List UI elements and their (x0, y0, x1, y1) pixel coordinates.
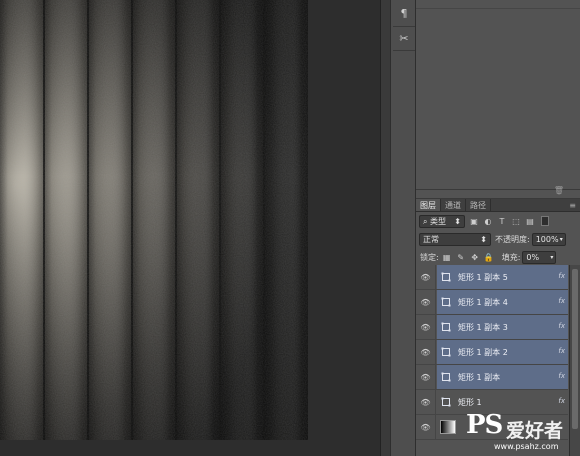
scrollbar-thumb[interactable] (572, 269, 578, 429)
watermark-url: www.psahz.com (494, 442, 559, 451)
divider (393, 26, 415, 27)
eye-icon[interactable]: 👁 (416, 414, 436, 440)
lock-position-icon[interactable]: ✥ (470, 252, 480, 262)
eye-icon[interactable]: 👁 (416, 339, 436, 365)
layer-name: 矩形 1 副本 2 (458, 347, 508, 357)
striped-wall-image (0, 0, 308, 440)
layer-name: 矩形 1 副本 5 (458, 272, 508, 282)
lock-row: 锁定: ▦ ✎ ✥ 🔒 填充: 0% ▾ (416, 249, 580, 265)
tools-icon[interactable]: ✂ (394, 28, 414, 48)
shape-layer-thumbnail-icon (440, 396, 452, 408)
opacity-field[interactable]: 100% ▾ (531, 232, 566, 246)
layer-row[interactable]: 👁 矩形 1 副本 5 fx (416, 265, 568, 290)
shape-layer-thumbnail-icon (440, 296, 452, 308)
fx-icon[interactable]: fx (558, 322, 565, 330)
panel-menu-icon[interactable]: ≡ (569, 199, 580, 211)
paragraph-icon-glyph: ¶ (400, 6, 408, 20)
layer-name: 矩形 1 副本 4 (458, 297, 508, 307)
filter-kind-select[interactable]: ⌕ 类型 ⬍ (419, 214, 465, 228)
panel-column: 🗑 图层 通道 路径 ≡ ⌕ 类型 ⬍ ▣ ◐ T ⬚ ▤ 正常 ⬍ 不透明度:… (416, 0, 580, 456)
filter-toggle[interactable] (541, 216, 549, 226)
blend-row: 正常 ⬍ 不透明度: 100% ▾ (416, 231, 580, 247)
layer-body[interactable]: 矩形 1 副本 5 fx (437, 265, 568, 289)
fx-icon[interactable]: fx (558, 372, 565, 380)
tab-channels[interactable]: 通道 (441, 199, 466, 211)
layer-body[interactable]: 矩形 1 副本 4 fx (437, 290, 568, 314)
blend-mode-select[interactable]: 正常 ⬍ (419, 232, 491, 246)
watermark-logo: PS (466, 410, 503, 440)
opacity-label: 不透明度: (495, 234, 530, 244)
tools-icon-glyph: ✂ (399, 31, 409, 45)
blend-mode-value: 正常 (423, 234, 439, 244)
eye-icon[interactable]: 👁 (416, 314, 436, 340)
tab-paths[interactable]: 路径 (466, 199, 491, 211)
fx-icon[interactable]: fx (558, 397, 565, 405)
fx-icon[interactable]: fx (558, 272, 565, 280)
paragraph-icon[interactable]: ¶ (394, 3, 414, 23)
chevron-down-icon: ▾ (559, 235, 563, 243)
watermark-title: 爱好者 (506, 420, 564, 442)
fx-icon[interactable]: fx (558, 297, 565, 305)
upper-panel (416, 0, 580, 190)
lock-paint-icon[interactable]: ✎ (456, 252, 466, 262)
shape-layer-thumbnail-icon (440, 346, 452, 358)
layers-panel-tabs: 图层 通道 路径 ≡ (416, 199, 580, 212)
tab-layers[interactable]: 图层 (416, 199, 441, 211)
layer-row[interactable]: 👁 矩形 1 副本 4 fx (416, 289, 568, 315)
eye-icon[interactable]: 👁 (416, 389, 436, 415)
shape-filter-icon[interactable]: ⬚ (511, 216, 521, 226)
shape-layer-thumbnail-icon (440, 371, 452, 383)
fill-field[interactable]: 0% ▾ (522, 250, 557, 264)
lock-all-icon[interactable]: 🔒 (484, 252, 494, 262)
artwork[interactable] (0, 0, 308, 440)
layer-name: 矩形 1 副本 (458, 372, 501, 382)
chevron-updown-icon: ⬍ (480, 234, 487, 244)
layer-row[interactable]: 👁 矩形 1 副本 2 fx (416, 339, 568, 365)
shape-layer-thumbnail-icon (440, 321, 452, 333)
layer-body[interactable]: 矩形 1 副本 fx (437, 365, 568, 389)
divider (416, 8, 580, 9)
fx-icon[interactable]: fx (558, 347, 565, 355)
adjustment-filter-icon[interactable]: ◐ (483, 216, 493, 226)
layer-name: 矩形 1 副本 3 (458, 322, 508, 332)
collapsed-panel-strip: ¶ ✂ (390, 0, 416, 456)
smart-object-filter-icon[interactable]: ▤ (525, 216, 535, 226)
shape-layer-thumbnail-icon (440, 271, 452, 283)
layer-filter-row: ⌕ 类型 ⬍ ▣ ◐ T ⬚ ▤ (416, 213, 580, 229)
layer-row[interactable]: 👁 矩形 1 副本 3 fx (416, 314, 568, 340)
layer-name: 矩形 1 (458, 397, 482, 407)
fill-value: 0% (526, 252, 540, 262)
canvas-area[interactable] (0, 0, 380, 456)
eye-icon[interactable]: 👁 (416, 289, 436, 315)
panel-dock-strip[interactable] (380, 0, 390, 456)
pixel-filter-icon[interactable]: ▣ (469, 216, 479, 226)
chevron-updown-icon: ⬍ (454, 216, 461, 226)
type-filter-icon[interactable]: T (497, 216, 507, 226)
lock-transparent-icon[interactable]: ▦ (442, 252, 452, 262)
eye-icon[interactable]: 👁 (416, 364, 436, 390)
filter-kind-value: 类型 (430, 216, 447, 226)
eye-icon[interactable]: 👁 (416, 265, 436, 290)
layer-row[interactable]: 👁 矩形 1 副本 fx (416, 364, 568, 390)
watermark: PS 爱好者 www.psahz.com (466, 410, 580, 456)
opacity-value: 100% (535, 234, 559, 244)
search-icon: ⌕ (423, 216, 428, 226)
trash-icon[interactable]: 🗑 (554, 186, 564, 195)
divider (393, 50, 415, 51)
layer-body[interactable]: 矩形 1 副本 3 fx (437, 315, 568, 339)
gradient-thumbnail-icon (440, 420, 456, 434)
layer-body[interactable]: 矩形 1 副本 2 fx (437, 340, 568, 364)
fill-label: 填充: (501, 252, 521, 262)
lock-label: 锁定: (420, 252, 439, 262)
chevron-down-icon: ▾ (550, 253, 554, 261)
